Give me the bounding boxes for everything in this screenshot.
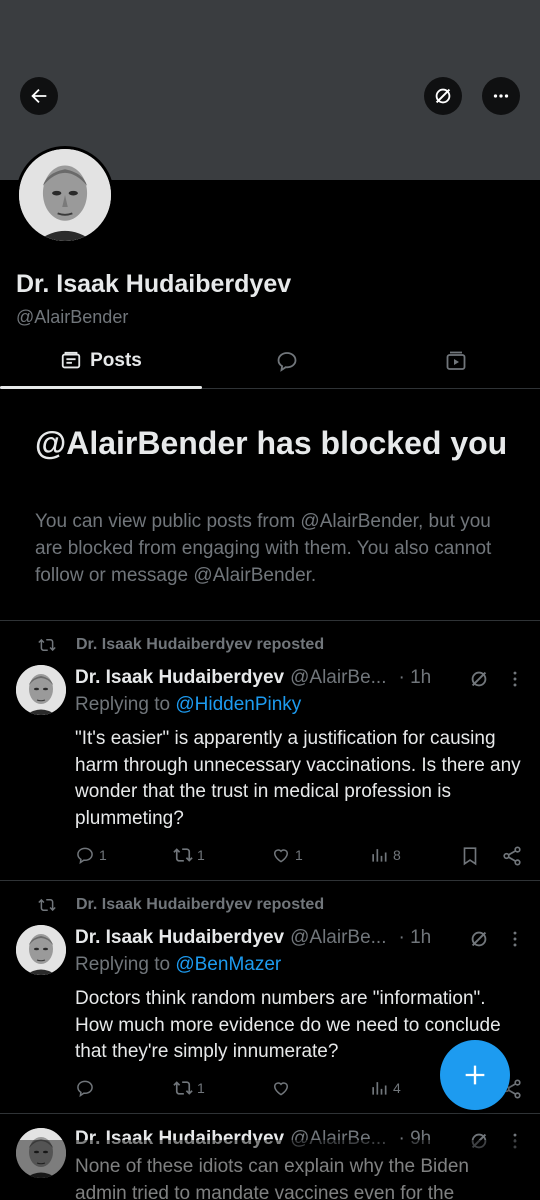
back-button[interactable] [20, 77, 58, 115]
replying-to: Replying to @BenMazer [75, 954, 281, 976]
reply-icon [77, 847, 93, 865]
repost-label: Dr. Isaak Hudaiberdyev reposted [76, 636, 325, 653]
mention-link[interactable]: @HiddenPinky [175, 694, 301, 715]
post-avatar[interactable] [16, 925, 66, 975]
views-count: 4 [393, 1080, 401, 1096]
reply-icon [77, 1080, 93, 1098]
repost-label: Dr. Isaak Hudaiberdyev reposted [76, 896, 325, 913]
views-button[interactable]: 8 [369, 845, 401, 865]
post-avatar[interactable] [16, 665, 66, 715]
post-header: Dr. Isaak Hudaiberdyev @AlairBe... · 1h [75, 667, 431, 689]
mention-link[interactable]: @BenMazer [175, 954, 281, 975]
repost-count: 1 [197, 1080, 205, 1096]
tab-replies[interactable] [202, 334, 372, 388]
back-arrow-icon [31, 88, 47, 104]
views-button[interactable]: 4 [369, 1078, 401, 1098]
post-actions: 1 1 1 8 [75, 845, 525, 867]
repost-icon [38, 638, 56, 652]
like-count: 1 [295, 847, 303, 863]
posts-icon [61, 351, 81, 369]
views-icon [372, 849, 387, 862]
repost-icon [173, 1081, 193, 1095]
replying-prefix: Replying to [75, 694, 171, 715]
share-icon[interactable] [501, 845, 523, 867]
profile-handle: @AlairBender [16, 307, 129, 327]
media-icon [446, 351, 466, 370]
replying-to: Replying to @HiddenPinky [75, 694, 301, 716]
post-author-name[interactable]: Dr. Isaak Hudaiberdyev [75, 667, 284, 689]
repost-button[interactable]: 1 [173, 845, 205, 865]
profile-name: Dr. Isaak Hudaiberdyev [16, 270, 292, 298]
repost-indicator: Dr. Isaak Hudaiberdyev reposted [38, 636, 324, 654]
grok-icon[interactable] [468, 668, 490, 690]
compose-button[interactable] [440, 1040, 510, 1110]
grok-icon [435, 88, 451, 104]
grok-icon[interactable] [468, 928, 490, 950]
blocked-title: @AlairBender has blocked you [35, 425, 508, 461]
reply-button[interactable] [75, 1078, 99, 1098]
post-time: · 1h [398, 667, 432, 688]
repost-icon [38, 898, 56, 912]
bookmark-icon[interactable] [459, 845, 481, 867]
plus-icon [465, 1065, 485, 1085]
post-time: · 1h [398, 927, 432, 948]
tab-posts[interactable]: Posts [0, 334, 202, 389]
heart-icon [273, 849, 289, 863]
more-icon [493, 94, 509, 98]
repost-indicator: Dr. Isaak Hudaiberdyev reposted [38, 896, 324, 914]
post-header: Dr. Isaak Hudaiberdyev @AlairBe... · 1h [75, 927, 431, 949]
reply-button[interactable]: 1 [75, 845, 107, 865]
reply-count: 1 [99, 847, 107, 863]
profile-avatar[interactable] [16, 146, 114, 244]
views-icon [372, 1082, 387, 1095]
like-button[interactable] [271, 1078, 295, 1098]
heart-icon [273, 1082, 289, 1096]
like-button[interactable]: 1 [271, 845, 303, 865]
post-more-icon[interactable] [504, 928, 526, 950]
post-item[interactable]: Dr. Isaak Hudaiberdyev reposted Dr. Isaa… [0, 621, 540, 879]
repost-button[interactable]: 1 [173, 1078, 205, 1098]
views-count: 8 [393, 847, 401, 863]
repost-count: 1 [197, 847, 205, 863]
post-text: "It's easier" is apparently a justificat… [75, 728, 521, 829]
repost-icon [173, 848, 193, 862]
blocked-description: You can view public posts from @AlairBen… [35, 511, 492, 586]
grok-button[interactable] [424, 77, 462, 115]
tab-posts-label: Posts [90, 350, 142, 371]
post-more-icon[interactable] [504, 668, 526, 690]
replies-icon [277, 352, 297, 372]
tab-media[interactable] [372, 334, 540, 388]
post-author-name[interactable]: Dr. Isaak Hudaiberdyev [75, 927, 284, 949]
bottom-nav-overlay [0, 1140, 540, 1200]
post-author-handle[interactable]: @AlairBe... [290, 927, 386, 949]
post-author-handle[interactable]: @AlairBe... [290, 667, 386, 689]
profile-tabs: Posts [0, 334, 540, 389]
replying-prefix: Replying to [75, 954, 171, 975]
tab-active-indicator [0, 386, 202, 389]
more-options-button[interactable] [482, 77, 520, 115]
